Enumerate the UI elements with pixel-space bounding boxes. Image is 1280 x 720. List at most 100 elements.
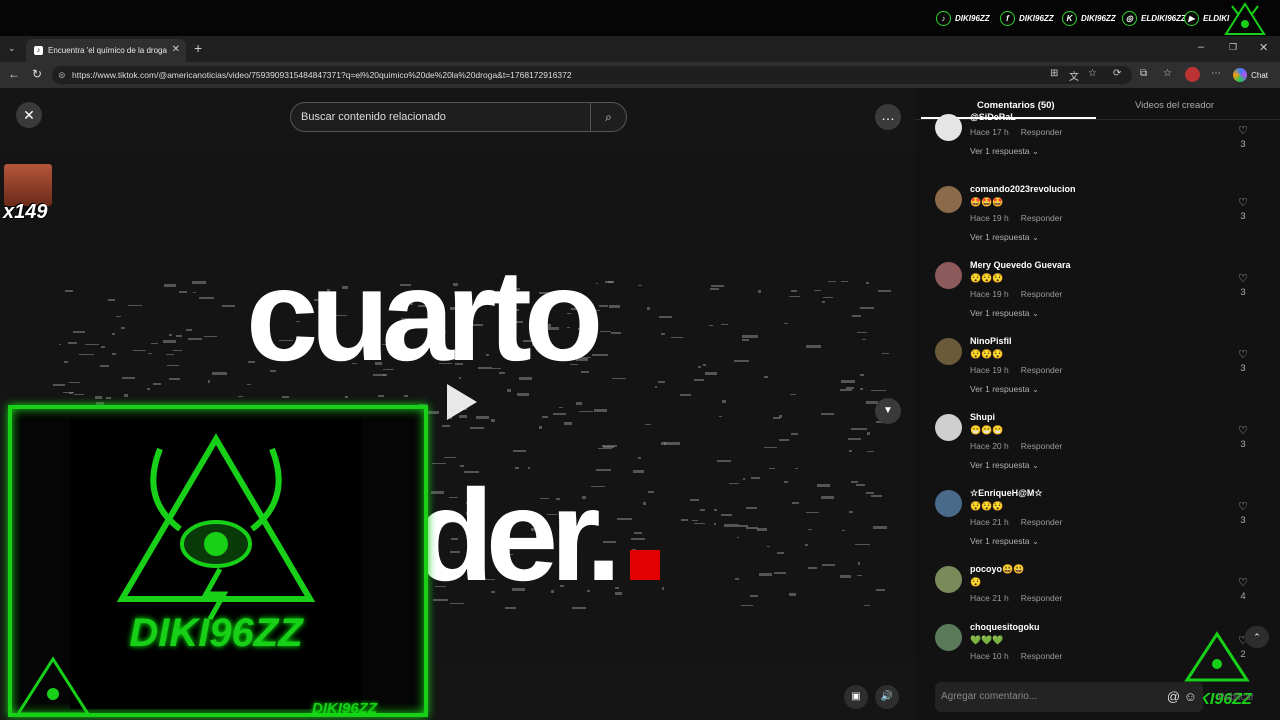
pip-icon[interactable]: ▣ [844,685,868,709]
comment-author[interactable]: @SiDeRaL [970,112,1016,122]
reply-button[interactable]: Responder [1021,289,1063,299]
avatar[interactable] [935,414,962,441]
avatar[interactable] [935,490,962,517]
restore-icon[interactable]: ❐ [1229,42,1237,53]
comments-panel: Comentarios (50) Videos del creador @SiD… [915,88,1280,720]
comment-author[interactable]: pocoyo😃😃 [970,564,1024,575]
reply-button[interactable]: Responder [1021,441,1063,451]
noise-fragment [596,282,599,284]
noise-fragment [188,337,203,340]
noise-fragment [788,295,800,297]
noise-fragment [608,305,620,309]
social-handle: DIKI96ZZ [1019,14,1054,23]
publish-button[interactable]: Publicar [1218,692,1254,703]
tab-comments[interactable]: Comentarios (50) [977,100,1055,111]
reply-button[interactable]: Responder [1021,213,1063,223]
noise-fragment [724,524,740,527]
noise-fragment [644,424,651,426]
reply-button[interactable]: Responder [1021,127,1063,137]
tab-close-icon[interactable]: ✕ [172,44,180,55]
avatar[interactable] [935,566,962,593]
social-kick: K DIKI96ZZ [1062,11,1116,26]
social-handle: ELDIKI96ZZ [1141,14,1186,23]
more-options-icon[interactable]: ⋯ [1211,68,1221,79]
volume-icon[interactable]: 🔊 [875,685,899,709]
app-available-icon[interactable]: ⊞ [1050,68,1058,79]
copilot-chat-button[interactable]: Chat [1233,66,1268,84]
avatar[interactable] [935,114,962,141]
avatar[interactable] [935,338,962,365]
avatar[interactable] [935,624,962,651]
translate-icon[interactable]: 文 [1069,68,1079,83]
reply-button[interactable]: Responder [1021,365,1063,375]
like-heart-icon[interactable]: ♡ [1231,348,1255,361]
reply-button[interactable]: Responder [1021,517,1063,527]
avatar[interactable] [935,262,962,289]
comment-meta: Hace 21 h Responder [970,517,1074,527]
view-replies-link[interactable]: Ver 1 respuesta ⌄ [970,232,1039,243]
search-icon[interactable]: ⌕ [590,103,626,131]
noise-fragment [729,482,739,484]
new-tab-button[interactable]: + [194,40,202,56]
extensions-icon[interactable]: ⟳ [1113,68,1121,79]
noise-fragment [53,383,66,386]
close-window-icon[interactable]: ✕ [1259,41,1268,54]
noise-fragment [598,305,608,307]
play-icon[interactable] [447,384,477,420]
view-replies-link[interactable]: Ver 1 respuesta ⌄ [970,536,1039,547]
like-heart-icon[interactable]: ♡ [1231,500,1255,513]
noise-fragment [192,292,197,294]
noise-fragment [806,345,822,348]
split-screen-icon[interactable]: ⧉ [1140,68,1147,79]
add-comment-input[interactable]: Agregar comentario... @ ☺ [935,682,1203,712]
noise-fragment [870,389,886,392]
noise-fragment [716,460,732,462]
noise-fragment [750,594,759,597]
copilot-icon [1233,68,1248,82]
comment-author[interactable]: Shupi [970,412,995,422]
avatar[interactable] [935,186,962,213]
comment-author[interactable]: ☆EnriqueH@M☆ [970,488,1042,499]
view-replies-link[interactable]: Ver 1 respuesta ⌄ [970,384,1039,395]
noise-fragment [693,523,706,525]
back-icon[interactable]: ← [8,67,20,81]
reply-button[interactable]: Responder [1021,593,1063,603]
comment-author[interactable]: NinoPisfil [970,336,1012,346]
tab-list-chevron-icon[interactable]: ⌄ [8,43,16,54]
noise-fragment [792,501,800,505]
like-count: 3 [1240,287,1246,298]
noise-fragment [784,322,788,325]
related-search-input[interactable]: Buscar contenido relacionado ⌕ [290,102,627,132]
emoji-icon[interactable]: ☺ [1184,689,1197,704]
like-heart-icon[interactable]: ♡ [1231,424,1255,437]
noise-fragment [849,449,852,452]
reply-button[interactable]: Responder [1021,651,1063,661]
profile-avatar[interactable] [1185,67,1200,82]
noise-fragment [578,410,593,412]
comment-author[interactable]: Mery Quevedo Guevara [970,260,1071,270]
url-field[interactable]: ⊜ https://www.tiktok.com/@americanoticia… [52,66,1132,84]
view-replies-link[interactable]: Ver 1 respuesta ⌄ [970,460,1039,471]
like-heart-icon[interactable]: ♡ [1231,196,1255,209]
reload-icon[interactable]: ↻ [32,67,42,81]
favorite-star-icon[interactable]: ☆ [1088,68,1097,79]
facebook-icon: f [1000,11,1015,26]
like-heart-icon[interactable]: ♡ [1231,272,1255,285]
view-replies-link[interactable]: Ver 1 respuesta ⌄ [970,308,1039,319]
site-info-icon[interactable]: ⊜ [58,66,66,84]
tab-creator-videos[interactable]: Videos del creador [1135,100,1214,111]
browser-tab[interactable]: ♪ Encuentra 'el químico de la droga ✕ [26,39,186,62]
view-replies-link[interactable]: Ver 1 respuesta ⌄ [970,146,1039,157]
noise-fragment [705,372,717,375]
comment-author[interactable]: choquesitogoku [970,622,1040,632]
like-heart-icon[interactable]: ♡ [1231,576,1255,589]
like-heart-icon[interactable]: ♡ [1231,124,1255,137]
next-video-chevron-icon[interactable]: ▼ [875,398,901,424]
mention-icon[interactable]: @ [1167,689,1180,704]
close-video-button[interactable]: ✕ [16,102,42,128]
noise-fragment [791,433,799,435]
favorites-icon[interactable]: ☆ [1163,68,1172,79]
comment-author[interactable]: comando2023revolucion [970,184,1076,194]
more-options-button[interactable]: … [875,104,901,130]
minimize-icon[interactable]: – [1198,41,1204,53]
